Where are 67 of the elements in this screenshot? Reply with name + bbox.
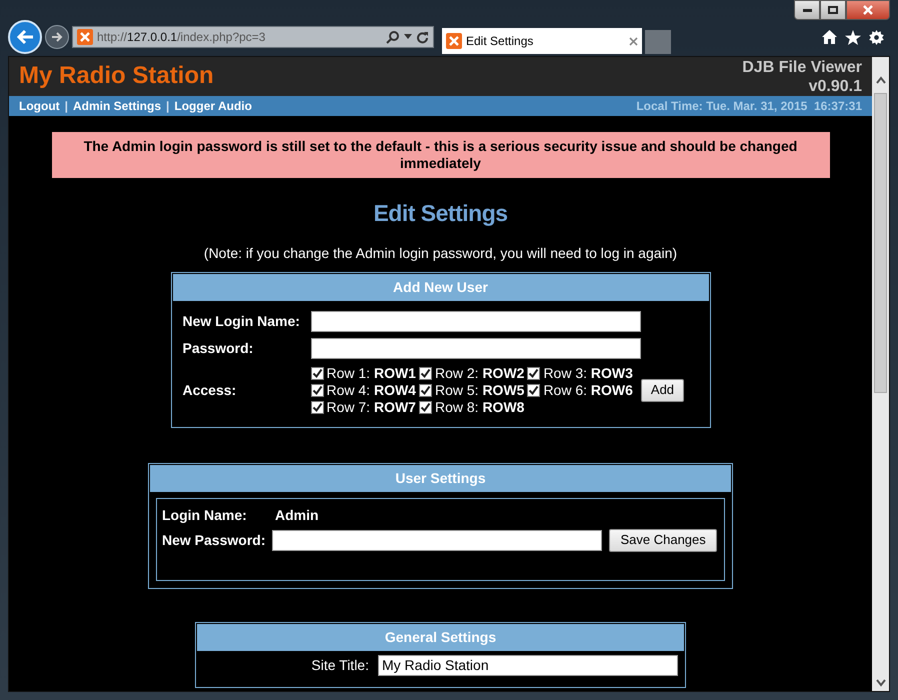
checkbox-label: Row 7: ROW7 [326, 398, 416, 416]
field-label: Password: [182, 338, 254, 358]
close-button[interactable] [846, 0, 890, 20]
checkbox[interactable] [310, 384, 324, 396]
site-title-field[interactable]: My Radio Station [378, 654, 678, 676]
panel-header: Add New User [172, 274, 708, 300]
browser-tab[interactable]: Edit Settings [442, 28, 642, 54]
tab-title: Edit Settings [466, 33, 534, 50]
address-url: http://127.0.0.1/index.php?pc=3 [97, 29, 266, 46]
login-name-value: Admin [275, 506, 319, 525]
note-text: (Note: if you change the Admin login password, you will need to log in again) [204, 244, 678, 263]
field-label: Access: [182, 380, 238, 400]
field-label: Login Name: [162, 506, 248, 525]
checkbox-label: Row 8: ROW8 [434, 398, 524, 416]
field-label: New Login Name: [182, 312, 301, 331]
alert-banner: The Admin login password is still set to the default - this is a serious security issue and should be changed immediately [52, 132, 830, 178]
app-logo-icon [446, 33, 462, 49]
search-icon[interactable] [386, 30, 400, 44]
checkbox[interactable] [310, 400, 324, 414]
checkbox-label: Row 1: ROW1 [326, 364, 416, 382]
refresh-icon[interactable] [416, 30, 429, 44]
back-button[interactable] [8, 20, 42, 54]
checkbox[interactable] [418, 384, 432, 396]
nav-link[interactable]: Admin Settings [73, 97, 162, 115]
field-label: New Password: [162, 530, 266, 550]
local-time: Local Time: Tue. Mar. 31, 2015 16:37:31 [636, 98, 862, 115]
caret-icon[interactable] [404, 34, 412, 40]
star-icon[interactable] [845, 30, 861, 45]
nav-link[interactable]: Logger Audio [174, 97, 252, 115]
checkbox-label: Row 6: ROW6 [543, 382, 633, 398]
panel-header: User Settings [150, 464, 731, 492]
checkbox-label: Row 3: ROW3 [543, 364, 633, 382]
nav-separator: | [166, 98, 170, 115]
minimize-button[interactable] [794, 0, 820, 20]
scrollbar[interactable] [872, 57, 889, 691]
checkbox-label: Row 4: ROW4 [326, 382, 416, 398]
arrow-left-icon [16, 29, 34, 45]
scrollbar-thumb[interactable] [874, 93, 887, 393]
nav-link[interactable]: Logout [19, 97, 60, 115]
site-title: My Radio Station [19, 61, 214, 91]
checkbox[interactable] [527, 384, 540, 396]
settings-icon[interactable] [869, 30, 884, 45]
save-changes-button[interactable]: Save Changes [609, 528, 717, 552]
checkbox-label: Row 5: ROW5 [434, 382, 524, 398]
password-field[interactable] [310, 338, 640, 358]
checkbox[interactable] [527, 366, 540, 380]
close-icon[interactable] [629, 36, 638, 46]
checkbox[interactable] [310, 366, 324, 380]
checkbox[interactable] [418, 366, 432, 380]
checkbox[interactable] [418, 400, 432, 414]
arrow-right-icon [51, 32, 63, 42]
nav-separator: | [64, 98, 68, 115]
app-version: v0.90.1 [808, 77, 862, 96]
app-name: DJB File Viewer [742, 58, 862, 77]
maximize-button[interactable] [820, 0, 846, 20]
new-password-field[interactable] [272, 530, 602, 550]
forward-button[interactable] [45, 25, 69, 49]
close-icon [862, 5, 874, 15]
page-title: Edit Settings [373, 199, 508, 228]
home-icon[interactable] [822, 30, 837, 44]
app-logo-icon [77, 29, 93, 45]
add-button[interactable]: Add [640, 378, 684, 402]
panel-header: General Settings [197, 624, 684, 650]
checkbox-label: Row 2: ROW2 [434, 364, 524, 382]
field-label: Site Title: [311, 656, 369, 674]
login-name-field[interactable] [310, 310, 640, 332]
address-bar[interactable]: http://127.0.0.1/index.php?pc=3 [72, 26, 434, 48]
